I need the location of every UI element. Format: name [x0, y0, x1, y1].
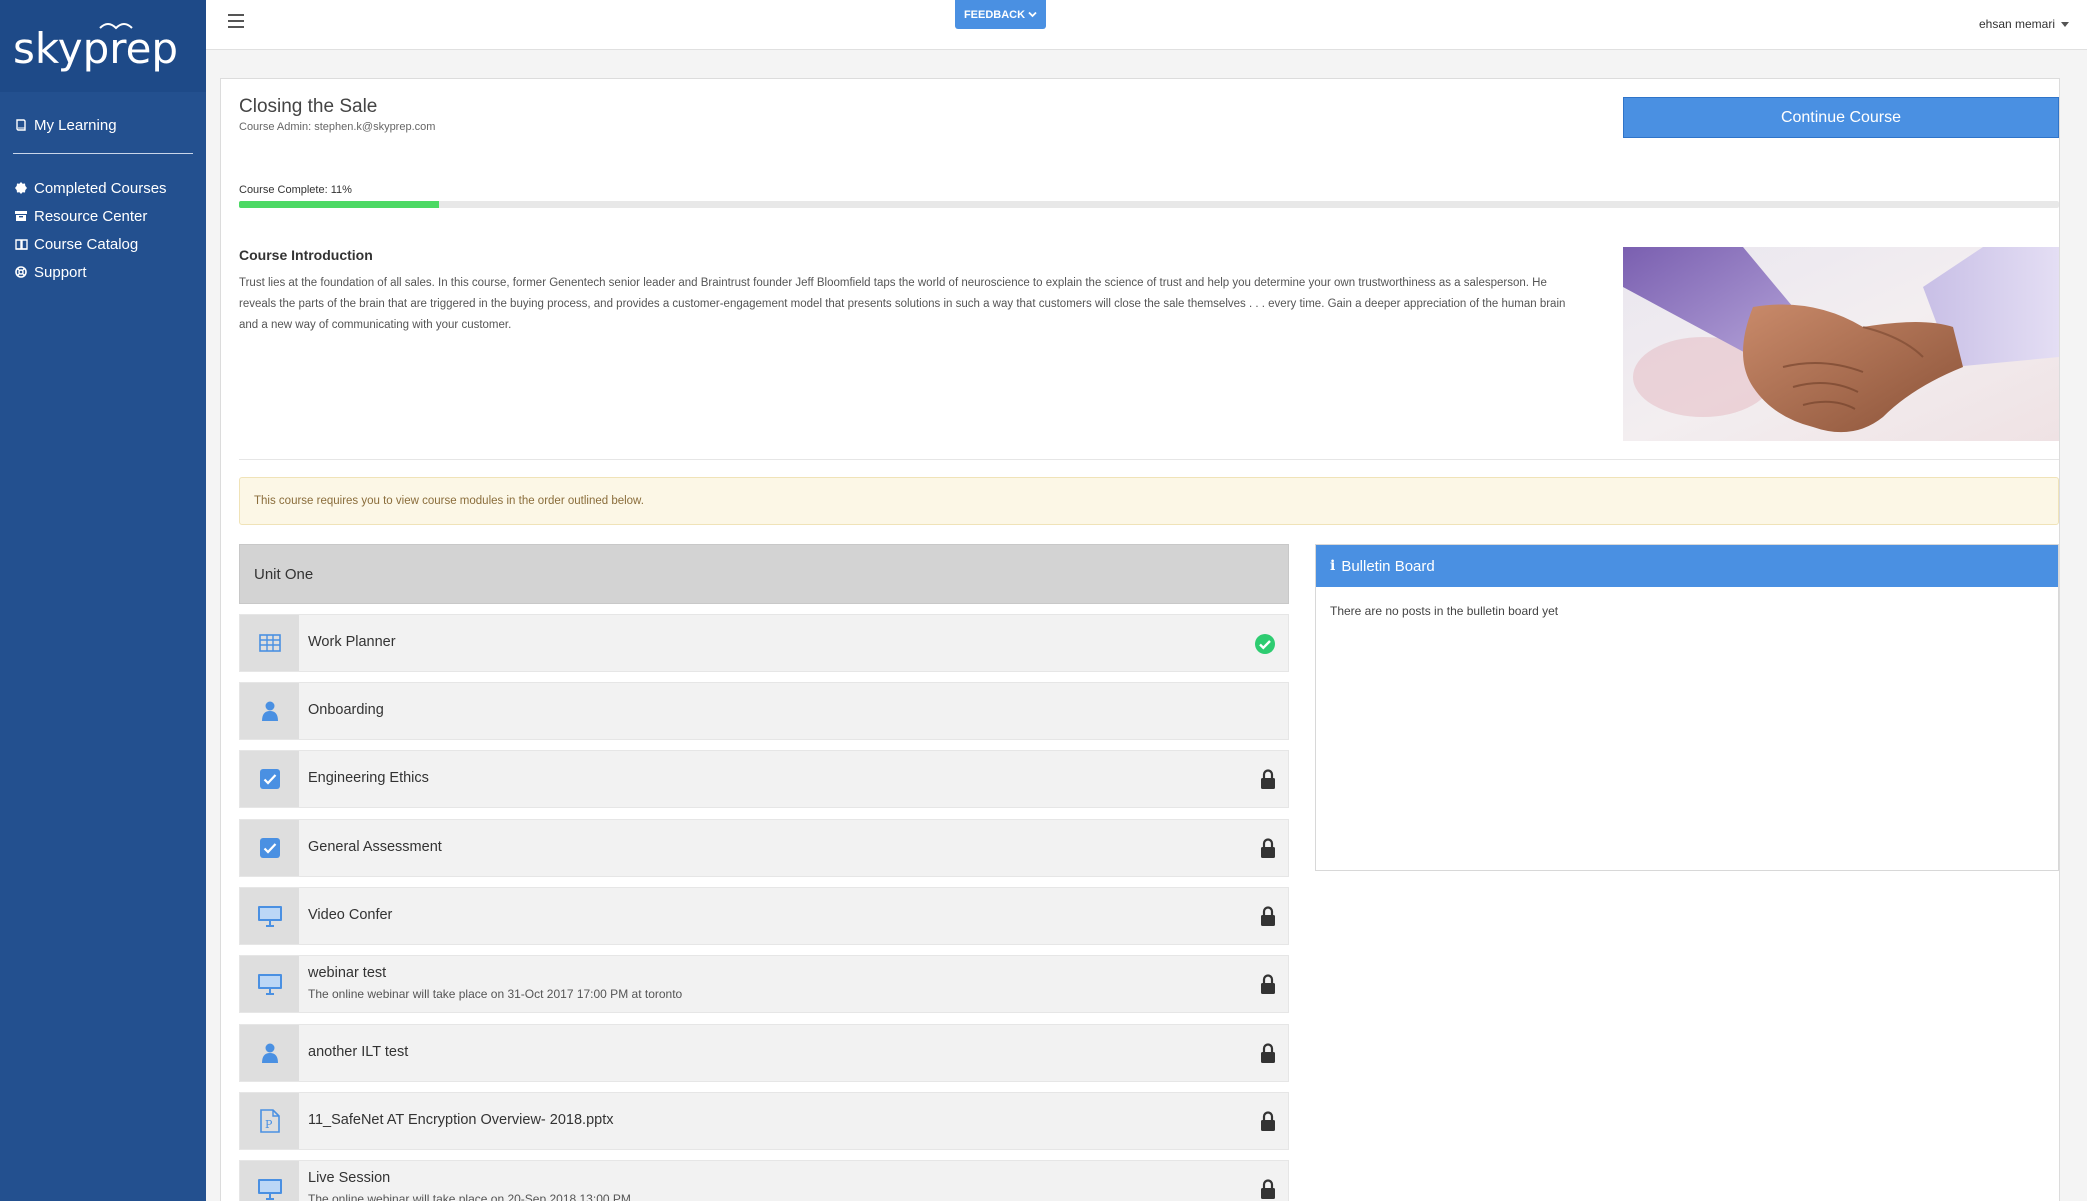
module-safenet-pptx[interactable]: P 11_SafeNet AT Encryption Overview- 201…: [239, 1092, 1289, 1150]
skyprep-logo[interactable]: skyprep: [0, 0, 206, 92]
module-subtitle: The online webinar will take place on 20…: [308, 1192, 631, 1201]
info-icon: i: [1330, 558, 1336, 574]
checkbox-icon: [240, 820, 299, 876]
module-title: Work Planner: [308, 634, 396, 650]
monitor-icon: [240, 1161, 299, 1201]
intro-text: Trust lies at the foundation of all sale…: [239, 277, 1566, 331]
lock-icon: [1260, 1179, 1276, 1201]
course-image: [1623, 247, 2059, 441]
monitor-icon: [240, 956, 299, 1012]
archive-icon: [14, 209, 28, 223]
module-title: Engineering Ethics: [308, 770, 429, 786]
sidebar-item-completed-courses[interactable]: Completed Courses: [0, 174, 206, 202]
logo-wordmark: skyprep: [13, 23, 178, 73]
sidebar-item-resource-center[interactable]: Resource Center: [0, 202, 206, 230]
monitor-icon: [240, 888, 299, 944]
sidebar-item-label: My Learning: [34, 116, 117, 134]
progress-label: Course Complete: 11%: [239, 184, 352, 196]
user-menu[interactable]: ehsan memari: [1979, 17, 2069, 31]
caret-down-icon: [2061, 21, 2069, 27]
lock-icon: [1260, 1111, 1276, 1136]
course-panel: Closing the Sale Course Admin: stephen.k…: [220, 78, 2060, 1201]
feedback-button[interactable]: FEEDBACK: [955, 0, 1046, 29]
continue-course-button[interactable]: Continue Course: [1623, 97, 2059, 138]
module-live-session[interactable]: Live Session The online webinar will tak…: [239, 1160, 1289, 1201]
lock-icon: [1260, 838, 1276, 863]
sidebar-item-course-catalog[interactable]: Course Catalog: [0, 230, 206, 258]
lock-icon: [1260, 906, 1276, 931]
module-title: 11_SafeNet AT Encryption Overview- 2018.…: [308, 1112, 614, 1128]
module-engineering-ethics[interactable]: Engineering Ethics: [239, 750, 1289, 808]
sidebar-item-support[interactable]: Support: [0, 258, 206, 286]
feedback-label: FEEDBACK: [963, 8, 1026, 21]
course-admin: Course Admin: stephen.k@skyprep.com: [239, 121, 436, 133]
sidebar: skyprep My Learning Completed Courses Re…: [0, 0, 206, 1201]
unit-header[interactable]: Unit One: [239, 544, 1289, 604]
bulletin-header: i Bulletin Board: [1316, 545, 2058, 587]
intro-title: Course Introduction: [239, 247, 373, 263]
bulletin-board: i Bulletin Board There are no posts in t…: [1315, 544, 2059, 871]
divider: [239, 459, 2059, 460]
book-icon: [14, 118, 28, 132]
powerpoint-file-icon: P: [240, 1093, 299, 1149]
progress-fill: [239, 201, 440, 208]
handshake-image: [1623, 247, 2059, 441]
module-title: Video Confer: [308, 907, 393, 923]
bulletin-title: Bulletin Board: [1341, 557, 1435, 575]
module-webinar-test[interactable]: webinar test The online webinar will tak…: [239, 955, 1289, 1013]
module-title: webinar test: [308, 965, 387, 981]
catalog-icon: [14, 237, 28, 251]
lock-icon: [1260, 769, 1276, 794]
module-title: Onboarding: [308, 702, 384, 718]
sidebar-item-label: Resource Center: [34, 207, 148, 225]
table-icon: [240, 615, 299, 671]
checkbox-icon: [240, 751, 299, 807]
sidebar-divider: [13, 153, 193, 154]
module-video-confer[interactable]: Video Confer: [239, 887, 1289, 945]
module-onboarding[interactable]: Onboarding: [239, 682, 1289, 740]
page-title: Closing the Sale: [239, 96, 378, 117]
module-another-ilt-test[interactable]: another ILT test: [239, 1024, 1289, 1082]
badge-icon: [14, 181, 28, 195]
module-work-planner[interactable]: Work Planner: [239, 614, 1289, 672]
svg-text:P: P: [265, 1118, 273, 1131]
sidebar-item-my-learning[interactable]: My Learning: [0, 111, 206, 139]
lifebuoy-icon: [14, 265, 28, 279]
menu-icon[interactable]: [228, 14, 244, 28]
sidebar-item-label: Course Catalog: [34, 235, 139, 253]
module-subtitle: The online webinar will take place on 31…: [308, 987, 683, 1001]
chevron-down-icon: [1028, 11, 1037, 18]
lock-icon: [1260, 1043, 1276, 1068]
module-title: another ILT test: [308, 1044, 409, 1060]
module-general-assessment[interactable]: General Assessment: [239, 819, 1289, 877]
user-name: ehsan memari: [1978, 17, 2055, 31]
bulletin-empty-text: There are no posts in the bulletin board…: [1330, 604, 1559, 618]
sidebar-item-label: Completed Courses: [34, 179, 167, 197]
sidebar-item-label: Support: [34, 263, 87, 281]
svg-text:skyprep: skyprep: [13, 24, 178, 73]
progress-bar: [239, 201, 2059, 208]
module-title: General Assessment: [308, 839, 442, 855]
person-icon: [240, 1025, 299, 1081]
lock-icon: [1260, 974, 1276, 999]
person-icon: [240, 683, 299, 739]
order-notice: This course requires you to view course …: [239, 477, 2059, 525]
check-circle-icon: [1254, 633, 1276, 660]
module-title: Live Session: [308, 1170, 391, 1186]
top-bar: FEEDBACK ehsan memari: [206, 0, 2087, 50]
